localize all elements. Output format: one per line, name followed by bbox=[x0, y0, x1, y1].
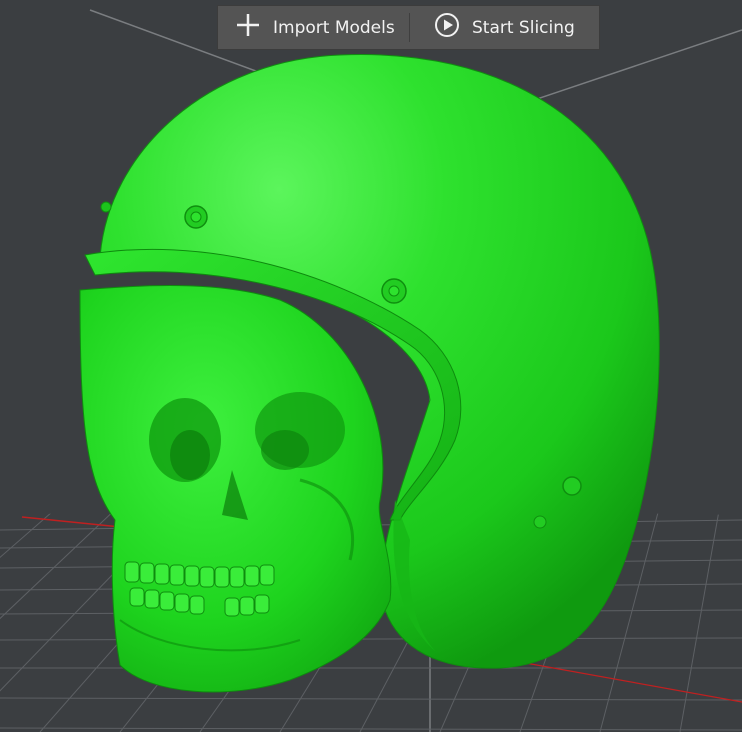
scene-canvas[interactable] bbox=[0, 0, 742, 732]
skull-model[interactable] bbox=[79, 285, 392, 693]
start-slicing-label: Start Slicing bbox=[472, 17, 575, 38]
top-toolbar: Import Models Start Slicing bbox=[217, 5, 600, 50]
3d-viewport[interactable]: Import Models Start Slicing bbox=[0, 0, 742, 732]
start-slicing-button[interactable]: Start Slicing bbox=[410, 6, 599, 49]
import-models-label: Import Models bbox=[273, 17, 395, 38]
play-circle-icon bbox=[434, 12, 460, 43]
plus-icon bbox=[235, 12, 261, 43]
import-models-button[interactable]: Import Models bbox=[218, 6, 409, 49]
